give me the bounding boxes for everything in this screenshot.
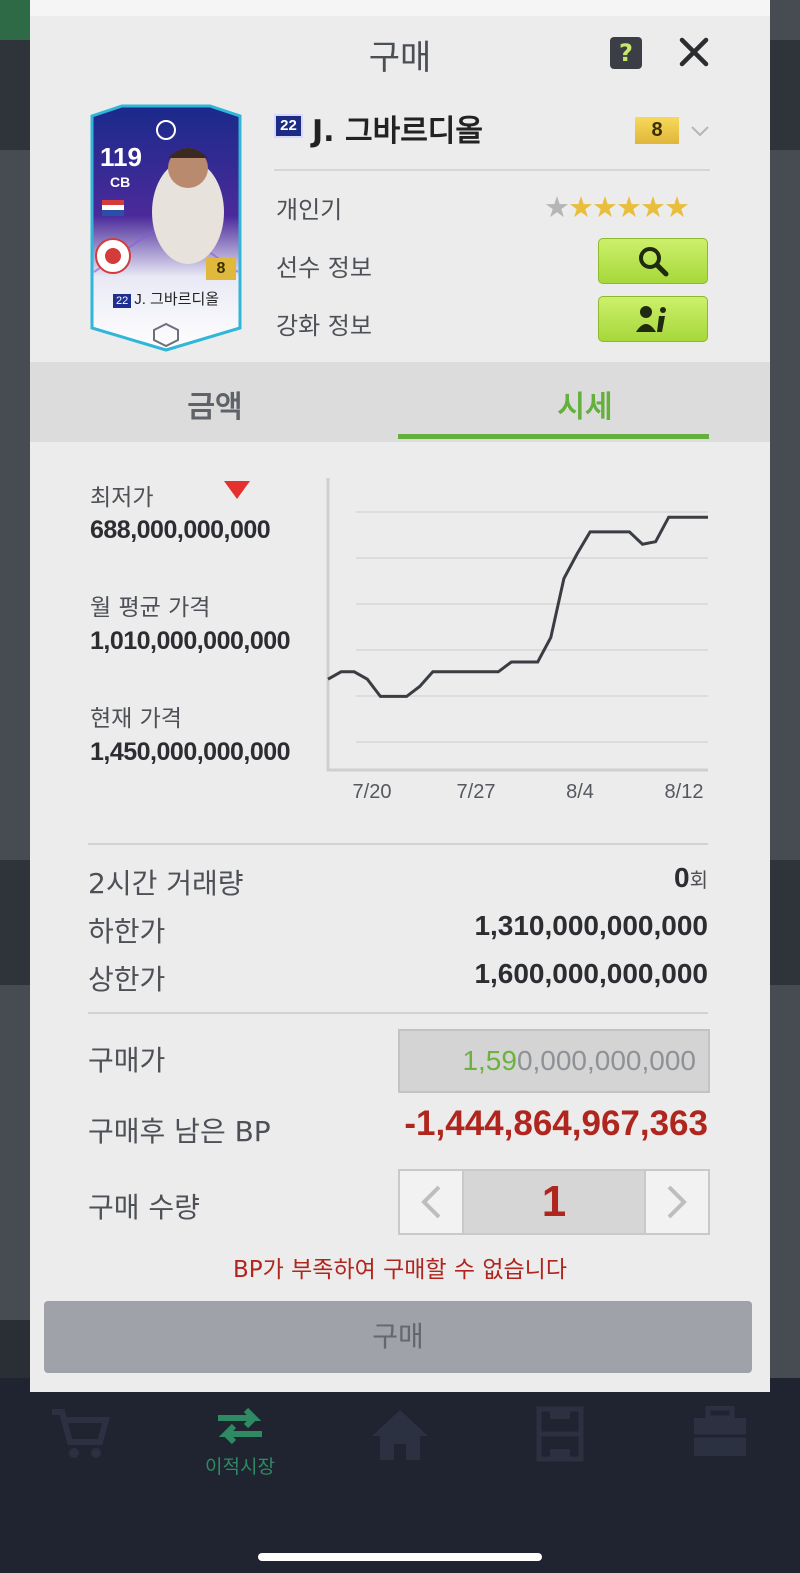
price-history-chart: 7/20 7/27 8/4 8/12 — [326, 478, 708, 803]
buy-price-typed: 1,59 — [462, 1045, 517, 1076]
bg-header-right — [768, 40, 800, 150]
buy-price-input[interactable]: 1,590,000,000,000 — [398, 1029, 710, 1093]
card-player-name: J. 그바르디올 — [134, 291, 220, 308]
season-badge: 22 — [274, 114, 303, 138]
star-icon: ★ — [664, 190, 690, 224]
close-icon[interactable] — [674, 32, 714, 72]
chart-x-tick-label: 8/4 — [566, 781, 594, 803]
upper-limit-label: 상한가 — [88, 963, 166, 996]
nav-item-squad[interactable] — [500, 1406, 620, 1486]
active-tab-indicator — [398, 434, 709, 439]
price-tabs: 금액 시세 — [30, 362, 770, 442]
error-message: BP가 부족하여 구매할 수 없습니다 — [233, 1257, 567, 1283]
help-button[interactable]: ? — [610, 37, 642, 69]
quantity-value: 1 — [464, 1171, 644, 1233]
lower-limit-label: 하한가 — [88, 915, 166, 948]
player-name: J. 그바르디올 — [312, 114, 484, 149]
player-info-label: 선수 정보 — [276, 254, 372, 282]
star-icon: ★ — [640, 190, 666, 224]
trade-volume-number: 0 — [674, 862, 690, 893]
popularity-label: 개인기 — [276, 196, 343, 224]
quantity-label: 구매 수량 — [88, 1191, 200, 1224]
tab-amount[interactable]: 금액 — [30, 382, 400, 426]
chart-x-tick-label: 7/27 — [457, 781, 496, 803]
chart-x-tick-label: 7/20 — [353, 781, 392, 803]
chart-axis — [326, 478, 708, 772]
remaining-bp-label: 구매후 남은 BP — [88, 1115, 271, 1148]
locker-icon — [694, 1406, 746, 1456]
player-info-icon — [636, 306, 666, 332]
bg-section-band — [0, 860, 30, 985]
quantity-decrease-button[interactable] — [400, 1171, 464, 1233]
buy-button[interactable]: 구매 — [44, 1301, 752, 1373]
purchase-modal: 구매 ? 119 CB 8 22 J. 그바르디올 22 J. 그바르디올 8 … — [30, 0, 770, 1392]
current-price-value: 1,450,000,000,000 — [90, 738, 291, 766]
chart-price-line — [327, 515, 708, 698]
buy-price-label: 구매가 — [88, 1044, 166, 1077]
section-divider — [88, 843, 708, 845]
star-icon: ★ — [616, 190, 642, 224]
grade-badge[interactable]: 8 — [635, 117, 679, 144]
home-indicator — [258, 1553, 542, 1561]
trade-volume-value: 0회 — [674, 862, 708, 894]
buy-price-rest: 0,000,000,000 — [516, 1045, 696, 1076]
card-name: 22 J. 그바르디올 — [88, 288, 244, 309]
star-icon: ★ — [544, 190, 570, 224]
lower-limit-value: 1,310,000,000,000 — [474, 910, 708, 941]
bg-header-accent — [0, 0, 30, 40]
info-divider — [274, 169, 710, 171]
enhance-info-button[interactable] — [598, 296, 708, 342]
bg-header — [0, 40, 30, 150]
popularity-stars: ★★★★★★ — [544, 190, 690, 224]
search-icon — [639, 247, 669, 277]
card-enhance-level: 8 — [206, 258, 236, 280]
remaining-bp-value: -1,444,864,967,363 — [404, 1104, 708, 1143]
current-price-label: 현재 가격 — [90, 706, 182, 732]
nav-item-shop[interactable] — [20, 1406, 140, 1486]
tab-market-price[interactable]: 시세 — [400, 382, 770, 426]
cart-icon — [52, 1409, 110, 1458]
lowest-price-value: 688,000,000,000 — [90, 516, 271, 544]
upper-limit-value: 1,600,000,000,000 — [474, 958, 708, 989]
bottom-nav: 이적시장 — [0, 1378, 800, 1573]
nav-item-home[interactable] — [340, 1406, 460, 1486]
chart-x-tick-label: 8/12 — [665, 781, 704, 803]
star-icon: ★ — [568, 190, 594, 224]
lowest-price-label: 최저가 — [90, 485, 154, 511]
chevron-down-icon[interactable] — [690, 124, 710, 138]
chevron-left-icon — [421, 1185, 441, 1219]
nav-label-transfer-market: 이적시장 — [205, 1456, 275, 1478]
card-position: CB — [110, 174, 131, 190]
price-down-icon — [224, 481, 250, 499]
quantity-increase-button[interactable] — [644, 1171, 708, 1233]
bg-section-band-right — [768, 860, 800, 985]
star-icon: ★ — [592, 190, 618, 224]
monthly-avg-label: 월 평균 가격 — [90, 595, 211, 621]
transfer-icon — [218, 1407, 262, 1445]
player-card: 119 CB 8 22 J. 그바르디올 — [88, 102, 244, 352]
pitch-icon — [536, 1406, 584, 1462]
nav-item-transfer-market[interactable]: 이적시장 — [180, 1406, 300, 1486]
modal-top-edge — [30, 0, 770, 16]
trade-volume-unit: 회 — [689, 870, 708, 892]
modal-title: 구매 — [368, 38, 432, 78]
home-icon — [372, 1410, 428, 1460]
card-background — [90, 104, 242, 352]
card-ovr: 119 — [100, 142, 142, 172]
nav-item-locker[interactable] — [660, 1406, 780, 1486]
section-divider — [88, 1012, 708, 1014]
bg-footer-band — [0, 1320, 30, 1378]
player-info-button[interactable] — [598, 238, 708, 284]
card-season-badge: 22 — [112, 294, 132, 308]
chevron-right-icon — [667, 1185, 687, 1219]
enhance-info-label: 강화 정보 — [276, 312, 372, 340]
trade-volume-label: 2시간 거래량 — [88, 867, 244, 900]
quantity-stepper: 1 — [398, 1169, 710, 1235]
monthly-avg-value: 1,010,000,000,000 — [90, 627, 291, 655]
